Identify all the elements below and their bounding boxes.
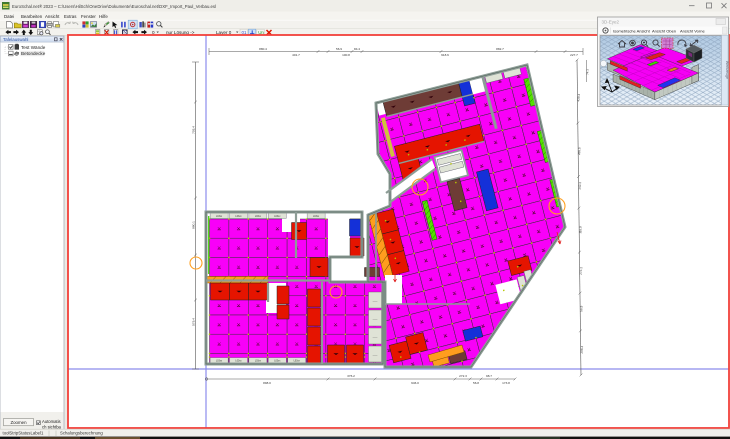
svg-text:L03xx: L03xx — [235, 361, 242, 363]
svg-text:3D-Eye2: 3D-Eye2 — [602, 19, 620, 24]
svg-text:L03xx: L03xx — [274, 216, 281, 218]
svg-text:Fenster: Fenster — [81, 14, 96, 19]
svg-text:Automatis: Automatis — [42, 419, 61, 424]
svg-text:Hilfe: Hilfe — [99, 14, 108, 19]
svg-text:376.2: 376.2 — [347, 374, 355, 378]
svg-text:toolStripStatusLabel1: toolStripStatusLabel1 — [3, 430, 44, 435]
svg-text:288.0: 288.0 — [577, 147, 582, 155]
svg-text:882.7: 882.7 — [496, 47, 504, 51]
svg-text:Layer 0: Layer 0 — [216, 30, 232, 35]
svg-text:Test Wände: Test Wände — [21, 45, 46, 50]
svg-text:L03xx: L03xx — [235, 216, 242, 218]
svg-text:116.9: 116.9 — [578, 226, 583, 234]
svg-text:439.4: 439.4 — [576, 93, 581, 101]
svg-text:——: —— — [373, 354, 378, 357]
svg-text:Ansicht Vorne: Ansicht Vorne — [680, 28, 705, 33]
svg-text:74.3: 74.3 — [586, 69, 590, 75]
svg-text:142.1: 142.1 — [578, 182, 583, 190]
svg-text:Schalungsberechnung: Schalungsberechnung — [60, 430, 103, 435]
svg-text:98.7: 98.7 — [486, 374, 492, 378]
svg-text:56.9: 56.9 — [579, 305, 583, 312]
svg-text:579.4: 579.4 — [191, 318, 195, 326]
svg-text:272.3: 272.3 — [459, 374, 467, 378]
svg-text:Ansicht Oben: Ansicht Oben — [652, 28, 676, 33]
svg-text:Ansicht: Ansicht — [45, 14, 60, 19]
svg-text:Betondecke: Betondecke — [21, 51, 46, 56]
svg-text:L03xx: L03xx — [255, 361, 262, 363]
svg-text:298.4: 298.4 — [580, 345, 585, 353]
svg-text:Extras: Extras — [64, 14, 77, 19]
svg-text:nur Lösung ->: nur Lösung -> — [166, 30, 195, 35]
svg-text:56.9: 56.9 — [336, 47, 342, 51]
svg-text:880.1: 880.1 — [191, 221, 195, 229]
svg-text:227.7: 227.7 — [570, 53, 578, 57]
svg-text:L03xx: L03xx — [274, 361, 281, 363]
svg-text:401.7: 401.7 — [292, 53, 300, 57]
svg-text:——: —— — [373, 336, 378, 339]
svg-text:56.8: 56.8 — [473, 381, 479, 385]
svg-text:705.4: 705.4 — [191, 126, 195, 134]
svg-text:L03xx: L03xx — [216, 361, 223, 363]
svg-text:EuroSchal.net® 2023 – C:\Use: EuroSchal.net® 2023 – C:\Users\HilSch\On… — [12, 4, 216, 9]
svg-text:Tafelauswahl: Tafelauswahl — [3, 37, 28, 42]
svg-text:946.0: 946.0 — [411, 381, 419, 385]
svg-text:L03xx: L03xx — [313, 216, 320, 218]
svg-text:273.1: 273.1 — [579, 267, 584, 275]
svg-text:Werkzeuge: Werkzeuge — [725, 61, 729, 79]
svg-text:898.0: 898.0 — [263, 381, 271, 385]
svg-text:880.4: 880.4 — [259, 47, 267, 51]
svg-text:918.6: 918.6 — [441, 53, 449, 57]
svg-text:Bearbeiten: Bearbeiten — [21, 14, 43, 19]
svg-text:L03xx: L03xx — [255, 216, 262, 218]
svg-text:Isometrische Ansicht: Isometrische Ansicht — [613, 28, 651, 33]
svg-text:0: 0 — [152, 30, 155, 35]
svg-text:Zoomen: Zoomen — [10, 420, 27, 425]
svg-text:L03xx: L03xx — [216, 216, 223, 218]
svg-text:ch sichtba: ch sichtba — [42, 424, 62, 429]
svg-text:——: —— — [373, 300, 378, 303]
svg-text:Datei: Datei — [4, 14, 14, 19]
svg-text:173.8: 173.8 — [502, 381, 510, 385]
svg-text:100.8: 100.8 — [342, 53, 350, 57]
svg-text:84.4: 84.4 — [354, 47, 360, 51]
svg-text:——: —— — [373, 318, 378, 321]
svg-text:L03xx: L03xx — [294, 361, 301, 363]
